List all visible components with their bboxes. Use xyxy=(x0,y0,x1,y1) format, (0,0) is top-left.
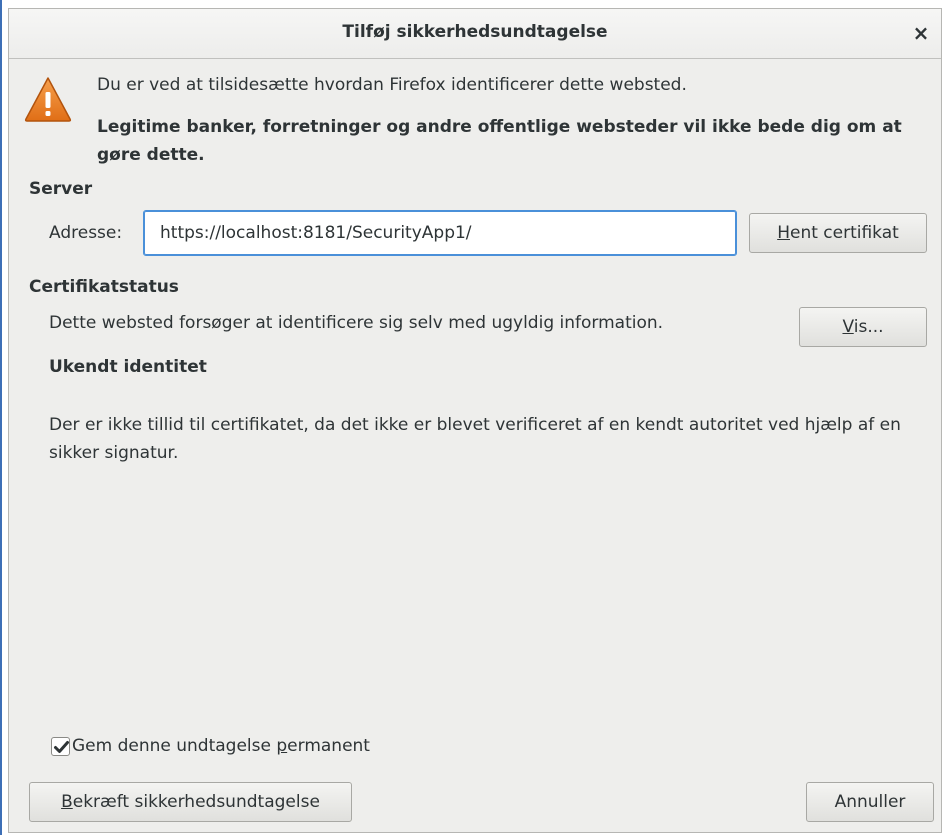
permanent-mnemonic: p xyxy=(276,736,288,756)
close-button[interactable]: × xyxy=(907,19,935,47)
permanent-label-start: Gem denne undtagelse xyxy=(72,736,277,756)
address-label: Adresse: xyxy=(49,223,123,243)
checkmark-icon xyxy=(54,741,69,753)
dialog-title: Tilføj sikkerhedsundtagelse xyxy=(342,22,608,42)
window-edge xyxy=(0,0,2,835)
confirm-mnemonic: B xyxy=(61,792,73,812)
security-exception-dialog: Tilføj sikkerhedsundtagelse × Du er ved … xyxy=(8,8,942,833)
permanent-label-end: ermanent xyxy=(287,736,370,756)
close-icon: × xyxy=(912,21,930,45)
unknown-identity-title: Ukendt identitet xyxy=(49,357,207,377)
confirm-exception-button[interactable]: Bekræft sikkerhedsundtagelse xyxy=(29,782,352,822)
address-input[interactable] xyxy=(143,210,737,256)
get-certificate-button[interactable]: Hent certifikat xyxy=(749,213,927,253)
checkbox-box[interactable] xyxy=(51,737,70,756)
get-certificate-label: ent certifikat xyxy=(789,223,899,243)
warning-message: Du er ved at tilsidesætte hvordan Firefo… xyxy=(97,75,687,95)
get-certificate-mnemonic: H xyxy=(777,223,790,243)
confirm-label: ekræft sikkerhedsundtagelse xyxy=(72,792,320,812)
view-mnemonic: V xyxy=(842,317,854,337)
view-label: is... xyxy=(853,317,884,337)
certificate-status-title: Certifikatstatus xyxy=(29,277,179,297)
warning-icon xyxy=(24,77,72,122)
server-section-title: Server xyxy=(29,179,93,199)
title-bar: Tilføj sikkerhedsundtagelse × xyxy=(9,9,941,59)
view-certificate-button[interactable]: Vis... xyxy=(799,307,927,347)
certificate-status-info: Dette websted forsøger at identificere s… xyxy=(49,313,664,333)
warning-emphasis: Legitime banker, forretninger og andre o… xyxy=(97,117,902,165)
cancel-button[interactable]: Annuller xyxy=(806,782,934,822)
permanent-exception-label: Gem denne undtagelse permanent xyxy=(72,736,370,756)
unknown-identity-description: Der er ikke tillid til certifikatet, da … xyxy=(49,415,901,463)
